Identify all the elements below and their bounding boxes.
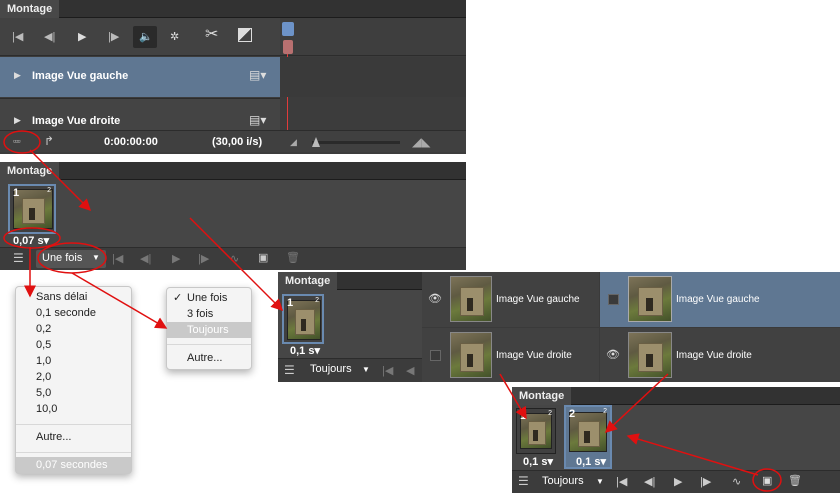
annotation-overlay [3, 130, 782, 492]
highlight-loop [37, 242, 107, 274]
highlight-duplicate [752, 468, 782, 492]
arrow-to-loop-menu [71, 272, 168, 329]
highlight-convert-frames [3, 130, 41, 154]
highlight-delay [3, 227, 61, 249]
arrow-from-duplicate [626, 433, 759, 476]
arrow-to-panel3-frame2 [604, 373, 669, 434]
arrow-to-panel3-frame [499, 373, 527, 420]
arrow-to-panel2 [189, 217, 284, 312]
arrow-to-frames [29, 149, 92, 212]
